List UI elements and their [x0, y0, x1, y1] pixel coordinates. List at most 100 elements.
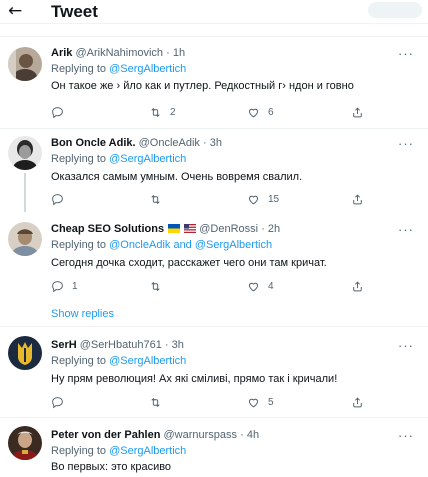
- reply-icon: [52, 193, 63, 205]
- tweet-header: Arik @ArikNahimovich · 1h: [51, 46, 185, 60]
- like-count: 15: [268, 193, 280, 205]
- retweet-icon: [151, 281, 160, 291]
- mention-link[interactable]: @OncleAdik and @SergAlbertich: [109, 239, 272, 251]
- reply-tweet[interactable]: Bon Oncle Adik. @OncleAdik · 3h ··· Repl…: [0, 129, 428, 212]
- timestamp[interactable]: 4h: [247, 429, 259, 441]
- like-button[interactable]: 15: [247, 192, 279, 206]
- reply-count: 1: [72, 280, 78, 292]
- tweet-header: Cheap SEO Solutions @DenRossi · 2h: [51, 222, 280, 237]
- tweet-text: Сегодня дочка сходит, расскажет чего они…: [51, 257, 327, 269]
- mention-link[interactable]: @SergAlbertich: [109, 153, 186, 165]
- tweet-actions: 2 6: [51, 105, 381, 119]
- mention-link[interactable]: @SergAlbertich: [109, 63, 186, 75]
- replying-to: Replying to @SergAlbertich: [51, 354, 186, 368]
- display-name[interactable]: SerH: [51, 339, 77, 351]
- tweet-header: Bon Oncle Adik. @OncleAdik · 3h: [51, 136, 222, 150]
- heart-icon: [248, 282, 259, 291]
- reply-tweet[interactable]: Cheap SEO Solutions @DenRossi · 2h ··· R…: [0, 212, 428, 322]
- separator-dot: ·: [202, 137, 207, 149]
- avatar[interactable]: [8, 426, 42, 460]
- avatar[interactable]: [8, 336, 42, 370]
- like-button[interactable]: 4: [247, 279, 274, 293]
- reply-icon: [52, 280, 63, 292]
- user-handle[interactable]: @ArikNahimovich: [75, 47, 163, 59]
- replying-prefix: Replying to: [51, 239, 110, 251]
- more-options-icon[interactable]: ···: [398, 223, 414, 236]
- retweet-icon: [151, 397, 160, 407]
- user-handle[interactable]: @OncleAdik: [139, 137, 200, 149]
- more-options-icon[interactable]: ···: [398, 137, 414, 150]
- reply-button[interactable]: [51, 105, 72, 119]
- reply-icon: [52, 106, 63, 118]
- display-name[interactable]: Peter von der Pahlen: [51, 429, 160, 441]
- share-button[interactable]: [351, 192, 364, 206]
- avatar[interactable]: [8, 47, 42, 81]
- avatar[interactable]: [8, 222, 42, 256]
- user-handle[interactable]: @SerHbatuh761: [80, 339, 162, 351]
- mention-link[interactable]: @SergAlbertich: [109, 355, 186, 367]
- us-flag-icon: [184, 224, 197, 233]
- tweet-header: SerH @SerHbatuh761 · 3h: [51, 338, 184, 352]
- retweet-button[interactable]: [149, 279, 170, 293]
- replying-prefix: Replying to: [51, 355, 110, 367]
- reply-button[interactable]: [51, 395, 72, 409]
- show-replies-link[interactable]: Show replies: [51, 307, 114, 321]
- top-bar: ← Tweet: [0, 0, 428, 24]
- replying-to: Replying to @SergAlbertich: [51, 444, 186, 458]
- reply-tweet[interactable]: Arik @ArikNahimovich · 1h ··· Replying t…: [0, 37, 428, 128]
- share-button[interactable]: [351, 105, 364, 119]
- share-icon: [353, 193, 362, 204]
- heart-icon: [248, 195, 259, 204]
- timestamp[interactable]: 2h: [268, 223, 280, 235]
- share-icon: [353, 280, 362, 291]
- more-options-icon[interactable]: ···: [398, 429, 414, 442]
- share-button[interactable]: [351, 395, 364, 409]
- replying-prefix: Replying to: [51, 445, 110, 457]
- timestamp[interactable]: 3h: [210, 137, 222, 149]
- like-button[interactable]: 6: [247, 105, 274, 119]
- retweet-button[interactable]: [149, 192, 170, 206]
- mention-link[interactable]: @SergAlbertich: [109, 445, 186, 457]
- share-button[interactable]: [351, 279, 364, 293]
- like-button[interactable]: 5: [247, 395, 274, 409]
- tweet-header: Peter von der Pahlen @warnurspass · 4h: [51, 428, 259, 442]
- tweet-text: Во первых: это красиво: [51, 461, 172, 473]
- reply-button[interactable]: 1: [51, 279, 78, 293]
- retweet-icon: [151, 107, 160, 117]
- reply-tweet[interactable]: Peter von der Pahlen @warnurspass · 4h ·…: [0, 418, 428, 477]
- heart-icon: [248, 398, 259, 407]
- display-name[interactable]: Arik: [51, 47, 72, 59]
- like-count: 6: [268, 106, 274, 118]
- like-count: 4: [268, 280, 274, 292]
- flag-emojis: [167, 223, 197, 237]
- separator-dot: ·: [240, 429, 244, 441]
- retweet-button[interactable]: [149, 395, 170, 409]
- more-options-icon[interactable]: ···: [398, 339, 414, 352]
- avatar[interactable]: [8, 136, 42, 170]
- reply-icon: [52, 396, 63, 408]
- timestamp[interactable]: 3h: [172, 339, 184, 351]
- replying-prefix: Replying to: [51, 63, 110, 75]
- back-arrow-icon[interactable]: ←: [8, 0, 22, 22]
- tweet-text: Ну прям революция! Ах які сміливі, прямо…: [51, 373, 338, 385]
- tweet-text: Оказался самым умным. Очень вовремя свал…: [51, 171, 303, 183]
- tweet-actions: 15: [51, 192, 381, 206]
- reply-tweet[interactable]: SerH @SerHbatuh761 · 3h ··· Replying to …: [0, 327, 428, 417]
- user-handle[interactable]: @DenRossi: [199, 223, 258, 235]
- user-handle[interactable]: @warnurspass: [164, 429, 238, 441]
- page-title: Tweet: [51, 2, 98, 21]
- heart-icon: [248, 108, 259, 117]
- timestamp[interactable]: 1h: [173, 47, 185, 59]
- display-name[interactable]: Bon Oncle Adik.: [51, 137, 136, 149]
- replying-to: Replying to @OncleAdik and @SergAlbertic…: [51, 238, 272, 252]
- reply-button[interactable]: [51, 192, 72, 206]
- tweet-text: Он такое же › йло как и путлер. Редкостн…: [51, 80, 354, 92]
- separator-dot: ·: [261, 223, 265, 235]
- thread-line: [24, 173, 26, 212]
- replying-to: Replying to @SergAlbertich: [51, 152, 186, 166]
- replying-prefix: Replying to: [51, 153, 110, 165]
- retweet-button[interactable]: 2: [149, 105, 176, 119]
- display-name[interactable]: Cheap SEO Solutions: [51, 223, 164, 235]
- more-options-icon[interactable]: ···: [398, 47, 414, 60]
- search-box-partial[interactable]: [368, 2, 422, 18]
